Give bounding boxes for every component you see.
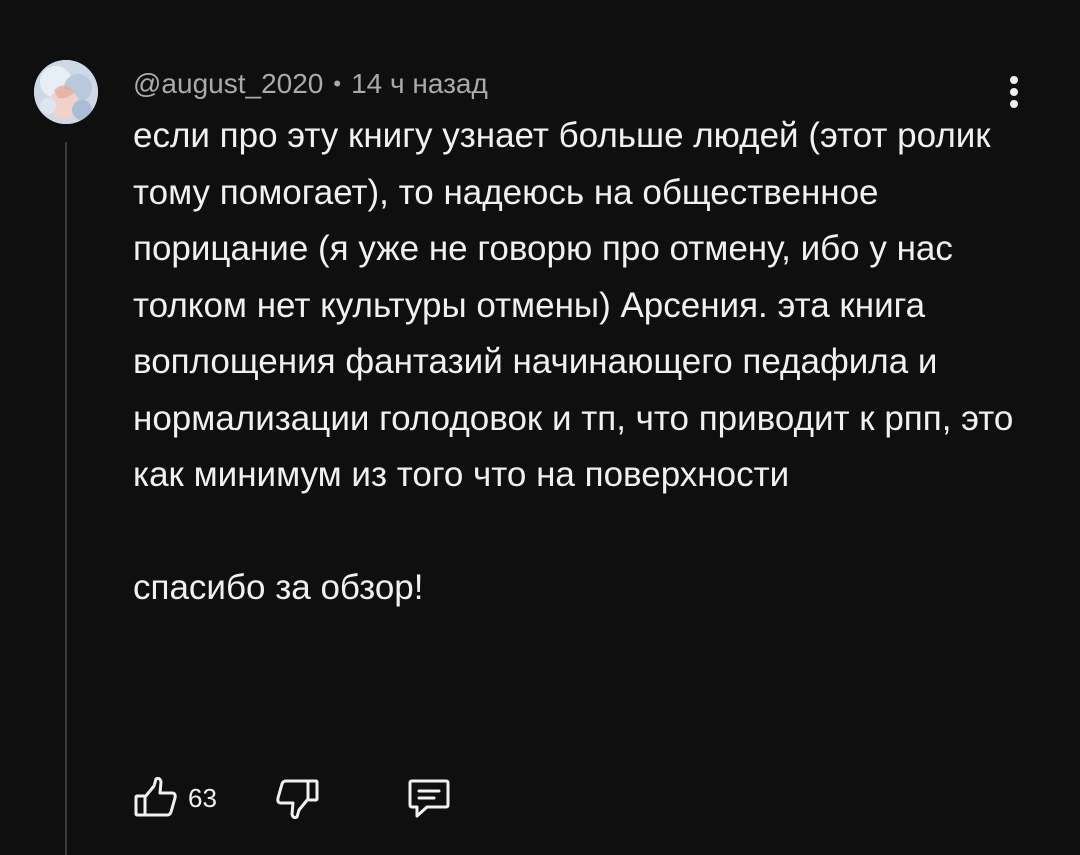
like-button[interactable]: 63 [130, 772, 217, 824]
thumbs-down-icon [276, 779, 319, 820]
reply-button[interactable] [403, 772, 455, 824]
comment-body: если про эту книгу узнает больше людей (… [133, 116, 1014, 607]
dislike-button[interactable] [271, 772, 323, 824]
avatar-image [34, 60, 98, 124]
reply-comment-icon [408, 779, 450, 818]
avatar[interactable] [34, 60, 98, 124]
meta-separator: • [333, 71, 342, 96]
author-name[interactable]: @august_2020 [133, 68, 323, 100]
more-vertical-icon [1010, 76, 1018, 108]
like-count: 63 [188, 782, 217, 813]
comment-actions: 63 [130, 770, 455, 826]
comment-thread-line [65, 142, 67, 855]
thumbs-up-icon [134, 776, 177, 817]
comment-header: @august_2020 • 14 ч назад [133, 64, 488, 104]
comment-timestamp[interactable]: 14 ч назад [351, 68, 488, 100]
